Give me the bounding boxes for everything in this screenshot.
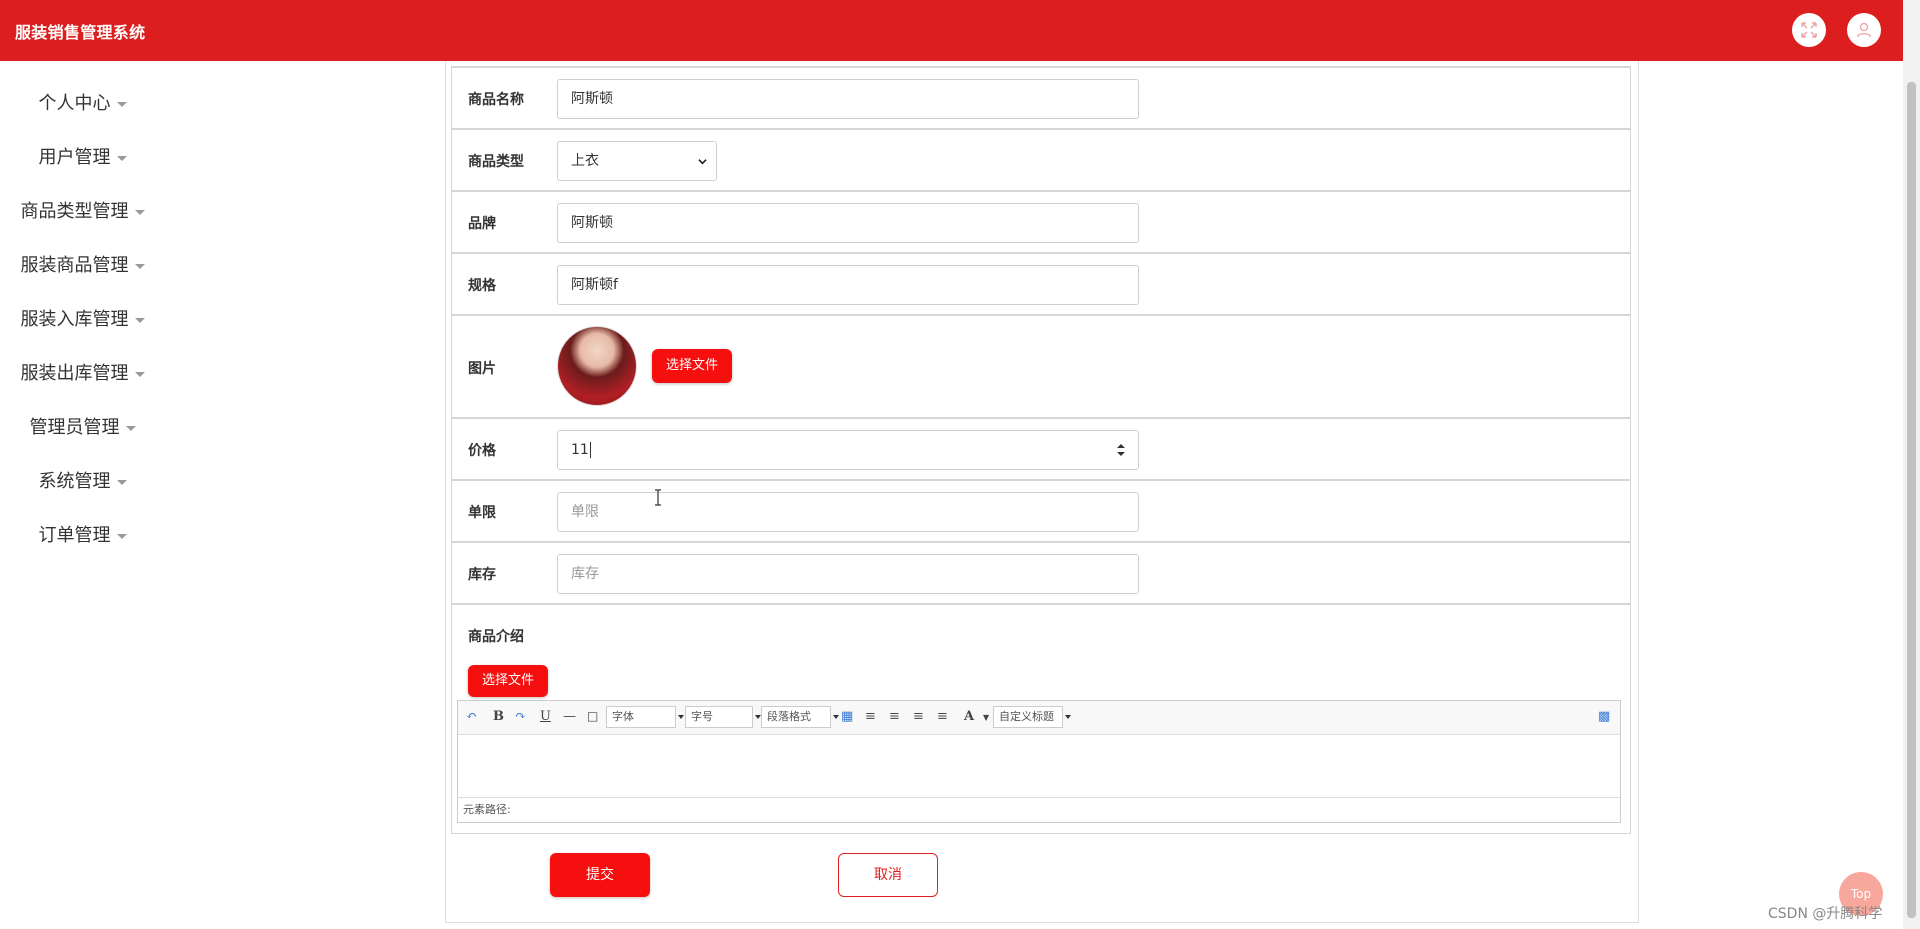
fullscreen-icon [1801, 22, 1817, 38]
user-icon [1856, 22, 1872, 38]
table-icon[interactable]: ▦ [841, 709, 853, 724]
sidebar-item-order-management[interactable]: 订单管理 [0, 523, 165, 549]
intro-label: 商品介绍 [468, 629, 524, 645]
user-button[interactable] [1847, 13, 1881, 47]
caret-down-icon [125, 425, 136, 431]
sidebar-item-label: 用户管理 [38, 147, 111, 168]
caret-down-icon [116, 155, 127, 161]
editor-toolbar: ↶ B ↷ U — □ 字体 字号 段落格式 ▦ ≡ ≡ ≡ ≡ A ▼ 自定义… [458, 701, 1620, 735]
horizontal-rule-icon[interactable]: — [563, 709, 576, 724]
scrollbar-thumb[interactable] [1907, 82, 1916, 918]
form-row-spec: 规格 阿斯顿f [451, 252, 1631, 314]
font-color-icon[interactable]: A [964, 709, 974, 724]
caret-down-icon [134, 263, 145, 269]
form-row-price: 价格 11 [451, 417, 1631, 479]
custom-title-combo-label: 自定义标题 [999, 710, 1054, 723]
form-row-limit: 单限 单限 [451, 479, 1631, 541]
rich-text-editor[interactable]: ↶ B ↷ U — □ 字体 字号 段落格式 ▦ ≡ ≡ ≡ ≡ A ▼ 自定义… [457, 700, 1621, 823]
page-scrollbar[interactable] [1903, 0, 1920, 929]
underline-icon[interactable]: U [540, 709, 551, 724]
cancel-button[interactable]: 取消 [838, 853, 938, 897]
caret-down-icon [833, 715, 839, 719]
font-family-combo-label: 字体 [612, 710, 634, 723]
editor-status-bar: 元素路径: [458, 797, 1620, 821]
custom-title-combo[interactable]: 自定义标题 [993, 706, 1071, 728]
product-name-input[interactable]: 阿斯顿 [557, 79, 1139, 119]
image-label: 图片 [468, 361, 496, 377]
stock-label: 库存 [468, 567, 496, 583]
caret-down-icon [134, 209, 145, 215]
fullscreen-button[interactable] [1792, 13, 1826, 47]
intro-choose-file-button[interactable]: 选择文件 [468, 665, 548, 697]
sidebar-item-product-management[interactable]: 服装商品管理 [0, 253, 165, 279]
top-header: 服装销售管理系统 [0, 0, 1903, 61]
limit-input[interactable]: 单限 [557, 492, 1139, 532]
undo-icon[interactable]: ↶ [466, 709, 477, 724]
align-justify-icon[interactable]: ≡ [937, 709, 948, 724]
font-size-combo[interactable]: 字号 [685, 706, 761, 728]
new-document-icon[interactable]: □ [587, 709, 598, 723]
submit-button[interactable]: 提交 [550, 853, 650, 897]
sidebar-item-system-management[interactable]: 系统管理 [0, 469, 165, 495]
caret-down-icon [116, 533, 127, 539]
price-input[interactable]: 11 [557, 430, 1139, 470]
price-label: 价格 [468, 443, 496, 459]
brand-label: 品牌 [468, 216, 496, 232]
sidebar-item-label: 订单管理 [38, 525, 111, 546]
form-row-stock: 库存 库存 [451, 541, 1631, 603]
form-row-product-type: 商品类型 上衣 [451, 128, 1631, 190]
sidebar-item-personal-center[interactable]: 个人中心 [0, 91, 165, 117]
sidebar-item-category-management[interactable]: 商品类型管理 [0, 199, 165, 225]
product-type-select[interactable]: 上衣 [557, 141, 717, 181]
sidebar-item-label: 服装出库管理 [20, 363, 129, 384]
form-row-product-name: 商品名称 阿斯顿 [451, 66, 1631, 128]
sidebar-item-label: 服装商品管理 [20, 255, 129, 276]
text-cursor-icon [655, 489, 661, 506]
sidebar-item-label: 商品类型管理 [20, 201, 129, 222]
sidebar-item-stock-out-management[interactable]: 服装出库管理 [0, 361, 165, 387]
spec-label: 规格 [468, 278, 496, 294]
form-row-image: 图片 选择文件 [451, 314, 1631, 417]
fullscreen-editor-icon[interactable]: ▩ [1598, 709, 1610, 724]
sidebar-item-admin-management[interactable]: 管理员管理 [0, 415, 165, 441]
sidebar-item-label: 个人中心 [38, 93, 111, 114]
bold-icon[interactable]: B [493, 709, 504, 724]
app-title: 服装销售管理系统 [15, 23, 146, 42]
sidebar-item-user-management[interactable]: 用户管理 [0, 145, 165, 171]
caret-down-icon [116, 479, 127, 485]
watermark: CSDN @升腾科学 [1768, 906, 1883, 922]
paragraph-format-combo[interactable]: 段落格式 [761, 706, 839, 728]
caret-down-icon [116, 101, 127, 107]
limit-label: 单限 [468, 505, 496, 521]
brand-input[interactable]: 阿斯顿 [557, 203, 1139, 243]
font-family-combo[interactable]: 字体 [606, 706, 684, 728]
chevron-down-icon [698, 159, 707, 165]
stock-input[interactable]: 库存 [557, 554, 1139, 594]
product-image-thumbnail [557, 326, 637, 406]
caret-down-icon [134, 371, 145, 377]
sidebar-item-label: 服装入库管理 [20, 309, 129, 330]
editor-content-area[interactable] [458, 735, 1620, 797]
sidebar-item-stock-in-management[interactable]: 服装入库管理 [0, 307, 165, 333]
align-right-icon[interactable]: ≡ [889, 709, 900, 724]
caret-down-icon [1065, 715, 1071, 719]
product-type-value: 上衣 [571, 153, 599, 169]
align-center-icon[interactable]: ≡ [913, 709, 924, 724]
image-choose-file-button[interactable]: 选择文件 [652, 349, 732, 383]
caret-down-icon [134, 317, 145, 323]
paragraph-format-combo-label: 段落格式 [767, 710, 811, 723]
caret-down-icon [678, 715, 684, 719]
form-row-brand: 品牌 阿斯顿 [451, 190, 1631, 252]
align-left-icon[interactable]: ≡ [865, 709, 876, 724]
redo-icon[interactable]: ↷ [515, 709, 526, 724]
caret-down-icon[interactable]: ▼ [983, 713, 989, 722]
number-stepper-icon[interactable] [1116, 442, 1126, 458]
price-value: 11 [571, 442, 589, 458]
spec-input[interactable]: 阿斯顿f [557, 265, 1139, 305]
product-name-label: 商品名称 [468, 92, 524, 108]
sidebar-item-label: 管理员管理 [29, 417, 120, 438]
product-type-label: 商品类型 [468, 154, 524, 170]
font-size-combo-label: 字号 [691, 710, 713, 723]
sidebar-item-label: 系统管理 [38, 471, 111, 492]
